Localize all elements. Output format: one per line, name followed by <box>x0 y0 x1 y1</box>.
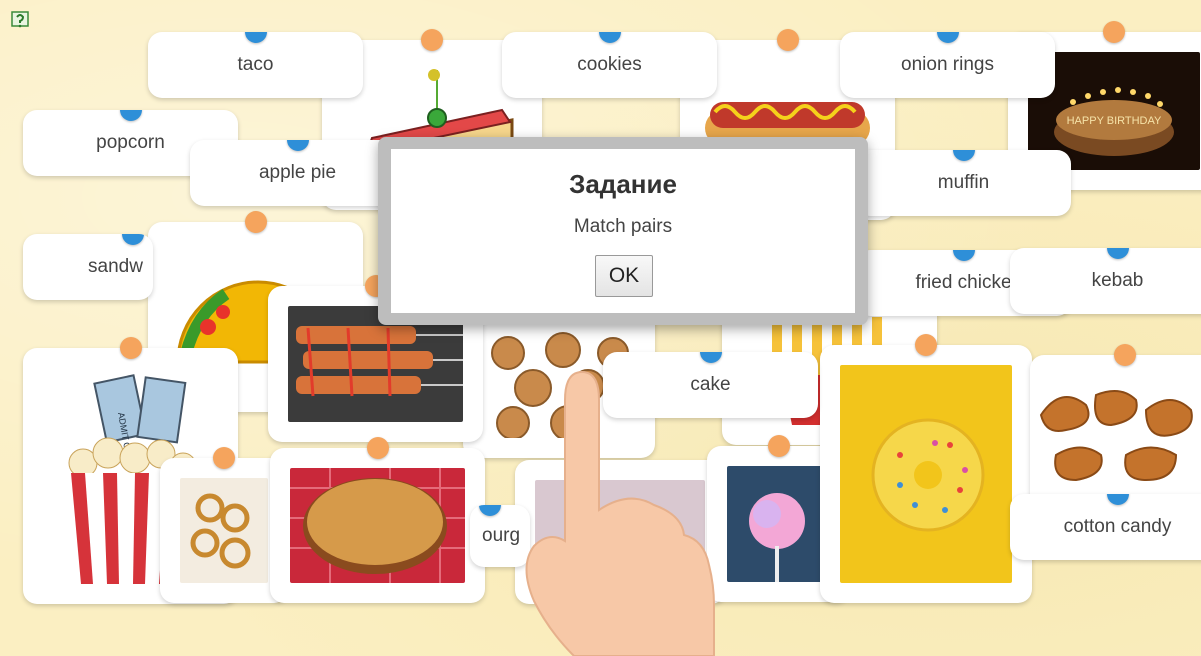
word-label: muffin <box>937 172 990 193</box>
svg-text:HAPPY BIRTHDAY: HAPPY BIRTHDAY <box>1067 115 1162 127</box>
word-card-muffin[interactable]: muffin <box>856 150 1071 216</box>
pin-icon <box>119 337 142 359</box>
pin-icon <box>122 234 144 245</box>
fried-chicken-image <box>1036 375 1200 495</box>
word-label: apple pie <box>258 162 337 183</box>
word-card-onion-rings[interactable]: onion rings <box>840 32 1055 98</box>
cotton-candy-image <box>727 466 830 582</box>
pin-icon <box>1106 248 1129 259</box>
word-label: popcorn <box>96 132 165 153</box>
word-label: cookies <box>577 54 642 75</box>
pin-icon <box>915 334 937 356</box>
pin-icon <box>952 250 975 261</box>
pin-icon <box>598 32 621 43</box>
muffin-picture-card[interactable] <box>515 460 725 604</box>
game-board: HAPPY BIRTHDAY ADMIT ONE taco cookies on… <box>0 0 1201 656</box>
apple-pie-picture-card[interactable] <box>270 437 485 603</box>
task-dialog: Задание Match pairs OK <box>391 149 855 313</box>
word-label: fried chicke <box>915 272 1012 293</box>
word-label: cake <box>690 374 731 395</box>
onion-rings-image <box>180 478 268 583</box>
pin-icon <box>1106 494 1129 505</box>
word-card-apple-pie[interactable]: apple pie <box>190 140 405 206</box>
word-card-cookies[interactable]: cookies <box>502 32 717 98</box>
ok-button[interactable]: OK <box>595 255 653 297</box>
pin-icon <box>366 437 389 459</box>
word-card-cake[interactable]: cake <box>603 352 818 418</box>
word-label: taco <box>237 54 274 75</box>
pin-icon <box>479 505 501 516</box>
donut-picture-card[interactable] <box>820 334 1032 603</box>
word-label: ourg <box>482 525 521 546</box>
pin-icon <box>776 29 799 51</box>
pin-icon <box>213 447 235 469</box>
word-label: kebab <box>1091 270 1144 291</box>
onion-rings-picture-card[interactable] <box>160 447 288 603</box>
word-card-kebab[interactable]: kebab <box>1010 248 1201 314</box>
word-label: sandw <box>88 256 143 277</box>
word-card-taco[interactable]: taco <box>148 32 363 98</box>
word-label: cotton candy <box>1063 516 1172 537</box>
word-card-burger[interactable]: ourg <box>470 505 530 567</box>
pin-icon <box>699 352 722 363</box>
pin-icon <box>286 140 309 151</box>
pin-icon <box>1114 344 1136 366</box>
pin-icon <box>421 29 443 51</box>
donut-image <box>840 365 1012 583</box>
dialog-message: Match pairs <box>573 216 673 237</box>
word-label: onion rings <box>901 54 994 75</box>
word-card-sandwich[interactable]: sandw <box>23 234 153 300</box>
pin-icon <box>244 211 267 233</box>
pin-icon <box>244 32 267 43</box>
pin-icon <box>119 110 142 121</box>
muffin-image <box>535 480 705 584</box>
pin-icon <box>1103 21 1125 43</box>
pin-icon <box>936 32 959 43</box>
pin-icon <box>767 435 790 457</box>
word-card-cotton-candy[interactable]: cotton candy <box>1010 494 1201 560</box>
fried-chicken-picture-card[interactable] <box>1030 344 1201 515</box>
help-question-icon[interactable] <box>10 9 32 31</box>
dialog-title: Задание <box>569 169 677 199</box>
pin-icon <box>952 150 975 161</box>
apple-pie-image <box>290 468 465 583</box>
